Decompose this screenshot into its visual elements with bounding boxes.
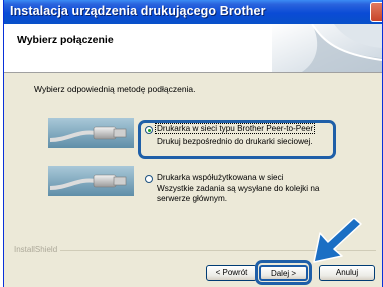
next-button[interactable]: Dalej > <box>259 265 308 281</box>
radio-peer-to-peer[interactable] <box>145 126 153 134</box>
option-shared-network-description: Wszystkie zadania są wysyłane do kolejki… <box>157 184 320 203</box>
radio-selected-dot <box>147 128 151 132</box>
window-title: Instalacja urządzenia drukującego Brothe… <box>10 4 266 18</box>
network-cable-image-shared <box>48 166 134 196</box>
close-button[interactable] <box>370 2 382 22</box>
network-cable-image-peer <box>48 118 134 148</box>
option-peer-to-peer-label[interactable]: Drukarka w sieci typu Brother Peer-to-Pe… <box>154 123 316 134</box>
header-decoration-image <box>272 24 382 72</box>
title-bar[interactable]: Instalacja urządzenia drukującego Brothe… <box>4 0 382 24</box>
installshield-brand: InstallShield <box>14 245 61 254</box>
option-peer-to-peer-description: Drukuj bezpośrednio do drukarki sieciowe… <box>157 137 313 146</box>
option-peer-to-peer-text: Drukarka w sieci typu Brother Peer-to-Pe… <box>154 123 316 134</box>
installer-window: Instalacja urządzenia drukującego Brothe… <box>3 0 383 287</box>
instruction-text: Wybierz odpowiednią metodę podłączenia. <box>34 84 196 94</box>
option-shared-network-label[interactable]: Drukarka współużytkowana w sieci <box>157 173 284 182</box>
pointer-arrow-icon <box>313 218 362 263</box>
radio-shared-network[interactable] <box>145 175 153 183</box>
header-panel: Wybierz połączenie <box>4 24 382 73</box>
back-button[interactable]: < Powrót <box>206 265 257 281</box>
page-title: Wybierz połączenie <box>17 34 114 46</box>
